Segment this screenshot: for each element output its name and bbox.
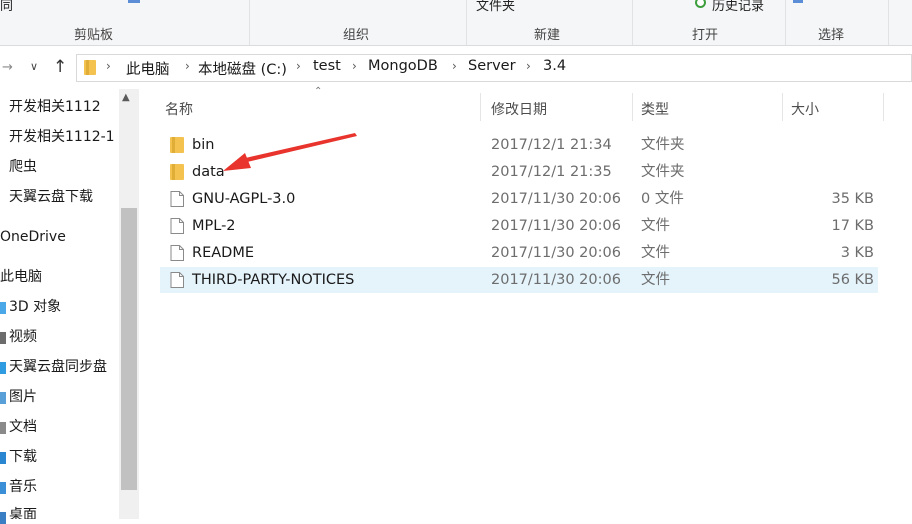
file-type: 文件 bbox=[641, 245, 670, 261]
file-name: bin bbox=[192, 137, 215, 153]
file-row[interactable]: GNU-AGPL-3.0 2017/11/30 20:06 0 文件 35 KB bbox=[160, 186, 878, 212]
file-size: 56 KB bbox=[831, 272, 874, 288]
chevron-right-icon[interactable]: › bbox=[185, 59, 190, 73]
document-icon bbox=[170, 272, 184, 288]
ribbon-divider bbox=[466, 0, 467, 45]
file-type: 文件夹 bbox=[641, 164, 685, 180]
music-icon bbox=[0, 482, 6, 494]
column-header-row: 名称 修改日期 类型 大小 bbox=[160, 93, 884, 121]
pictures-icon bbox=[0, 392, 6, 404]
ribbon-group-open: 打开 bbox=[692, 28, 719, 43]
annotation-arrow-icon bbox=[223, 133, 357, 171]
file-name: GNU-AGPL-3.0 bbox=[192, 191, 296, 207]
cloud-sync-icon bbox=[0, 362, 6, 374]
column-header-size[interactable]: 大小 bbox=[791, 99, 819, 119]
nav-item-music[interactable]: 音乐 bbox=[9, 475, 119, 499]
videos-icon bbox=[0, 332, 6, 344]
file-name: THIRD-PARTY-NOTICES bbox=[192, 272, 355, 288]
nav-item-crawler[interactable]: 爬虫 bbox=[9, 155, 119, 179]
nav-item-cloud-download[interactable]: 天翼云盘下载 bbox=[9, 185, 119, 209]
chevron-right-icon[interactable]: › bbox=[526, 59, 531, 73]
file-name: MPL-2 bbox=[192, 218, 236, 234]
ribbon: 同 文件夹 历史记录 剪贴板 组织 新建 打开 选择 bbox=[0, 0, 912, 46]
up-arrow-icon[interactable]: ↑ bbox=[53, 57, 67, 77]
forward-arrow-icon[interactable]: → bbox=[2, 60, 13, 75]
3d-objects-icon bbox=[0, 302, 6, 314]
folder-icon bbox=[84, 60, 96, 75]
downloads-icon bbox=[0, 452, 6, 464]
breadcrumb-mongodb[interactable]: MongoDB bbox=[368, 58, 438, 74]
nav-scrollbar-thumb[interactable] bbox=[121, 208, 137, 490]
nav-item-dev-1112-1[interactable]: 开发相关1112-1 bbox=[9, 125, 119, 149]
file-type: 文件 bbox=[641, 272, 670, 288]
chevron-right-icon[interactable]: › bbox=[352, 59, 357, 73]
breadcrumb-version[interactable]: 3.4 bbox=[543, 58, 566, 74]
history-icon bbox=[695, 0, 706, 8]
file-date: 2017/11/30 20:06 bbox=[491, 272, 621, 288]
document-icon bbox=[170, 245, 184, 261]
nav-item-dev-1112[interactable]: 开发相关1112 bbox=[9, 95, 119, 119]
nav-item-videos[interactable]: 视频 bbox=[9, 325, 119, 349]
breadcrumb-local-disk[interactable]: 本地磁盘 (C:) bbox=[198, 58, 287, 79]
file-date: 2017/12/1 21:35 bbox=[491, 164, 612, 180]
file-row[interactable]: MPL-2 2017/11/30 20:06 文件 17 KB bbox=[160, 213, 878, 239]
ribbon-divider bbox=[785, 0, 786, 45]
file-size: 17 KB bbox=[831, 218, 874, 234]
nav-item-3d-objects[interactable]: 3D 对象 bbox=[9, 295, 119, 319]
ribbon-top-fragment[interactable]: 同 bbox=[0, 0, 13, 14]
nav-item-documents[interactable]: 文档 bbox=[9, 415, 119, 439]
recent-dropdown-icon[interactable]: ∨ bbox=[30, 60, 38, 73]
column-divider[interactable] bbox=[883, 93, 884, 121]
document-icon bbox=[170, 191, 184, 207]
ribbon-divider bbox=[249, 0, 250, 45]
breadcrumb-test[interactable]: test bbox=[313, 58, 341, 74]
nav-item-this-pc[interactable]: 此电脑 bbox=[0, 265, 119, 289]
documents-icon bbox=[0, 422, 6, 434]
column-divider[interactable] bbox=[480, 93, 481, 121]
scroll-up-icon[interactable]: ▲ bbox=[122, 92, 130, 103]
column-header-date[interactable]: 修改日期 bbox=[491, 99, 547, 119]
folder-icon bbox=[170, 137, 184, 153]
ribbon-group-new: 新建 bbox=[534, 28, 561, 43]
nav-item-pictures[interactable]: 图片 bbox=[9, 385, 119, 409]
chevron-right-icon[interactable]: › bbox=[452, 59, 457, 73]
document-icon bbox=[170, 218, 184, 234]
column-divider[interactable] bbox=[632, 93, 633, 121]
file-name: README bbox=[192, 245, 254, 261]
file-date: 2017/12/1 21:34 bbox=[491, 137, 612, 153]
file-type: 0 文件 bbox=[641, 191, 684, 207]
nav-item-downloads[interactable]: 下载 bbox=[9, 445, 119, 469]
file-date: 2017/11/30 20:06 bbox=[491, 245, 621, 261]
chevron-right-icon[interactable]: › bbox=[296, 59, 301, 73]
ribbon-divider bbox=[632, 0, 633, 45]
history-button[interactable]: 历史记录 bbox=[712, 0, 764, 14]
nav-item-desktop[interactable]: 桌面 bbox=[9, 503, 119, 519]
column-header-type[interactable]: 类型 bbox=[641, 99, 669, 119]
desktop-icon bbox=[0, 512, 6, 524]
paste-icon bbox=[128, 0, 140, 3]
file-type: 文件夹 bbox=[641, 137, 685, 153]
ribbon-divider bbox=[888, 0, 889, 45]
new-folder-button[interactable]: 文件夹 bbox=[476, 0, 515, 14]
nav-item-onedrive[interactable]: OneDrive bbox=[0, 225, 119, 249]
file-size: 35 KB bbox=[831, 191, 874, 207]
file-size: 3 KB bbox=[840, 245, 874, 261]
file-date: 2017/11/30 20:06 bbox=[491, 191, 621, 207]
breadcrumb-server[interactable]: Server bbox=[468, 58, 516, 74]
column-divider[interactable] bbox=[782, 93, 783, 121]
nav-item-cloud-sync[interactable]: 天翼云盘同步盘 bbox=[9, 355, 119, 379]
file-row[interactable]: README 2017/11/30 20:06 文件 3 KB bbox=[160, 240, 878, 266]
file-row-selected[interactable]: THIRD-PARTY-NOTICES 2017/11/30 20:06 文件 … bbox=[160, 267, 878, 293]
file-type: 文件 bbox=[641, 218, 670, 234]
breadcrumb-this-pc[interactable]: 此电脑 bbox=[126, 58, 170, 79]
select-icon bbox=[793, 0, 803, 3]
chevron-right-icon[interactable]: › bbox=[106, 59, 111, 73]
file-date: 2017/11/30 20:06 bbox=[491, 218, 621, 234]
ribbon-group-organize: 组织 bbox=[343, 28, 370, 43]
column-header-name[interactable]: 名称 bbox=[165, 99, 193, 119]
ribbon-group-select: 选择 bbox=[818, 28, 845, 43]
ribbon-group-clipboard: 剪贴板 bbox=[74, 28, 114, 43]
folder-icon bbox=[170, 164, 184, 180]
